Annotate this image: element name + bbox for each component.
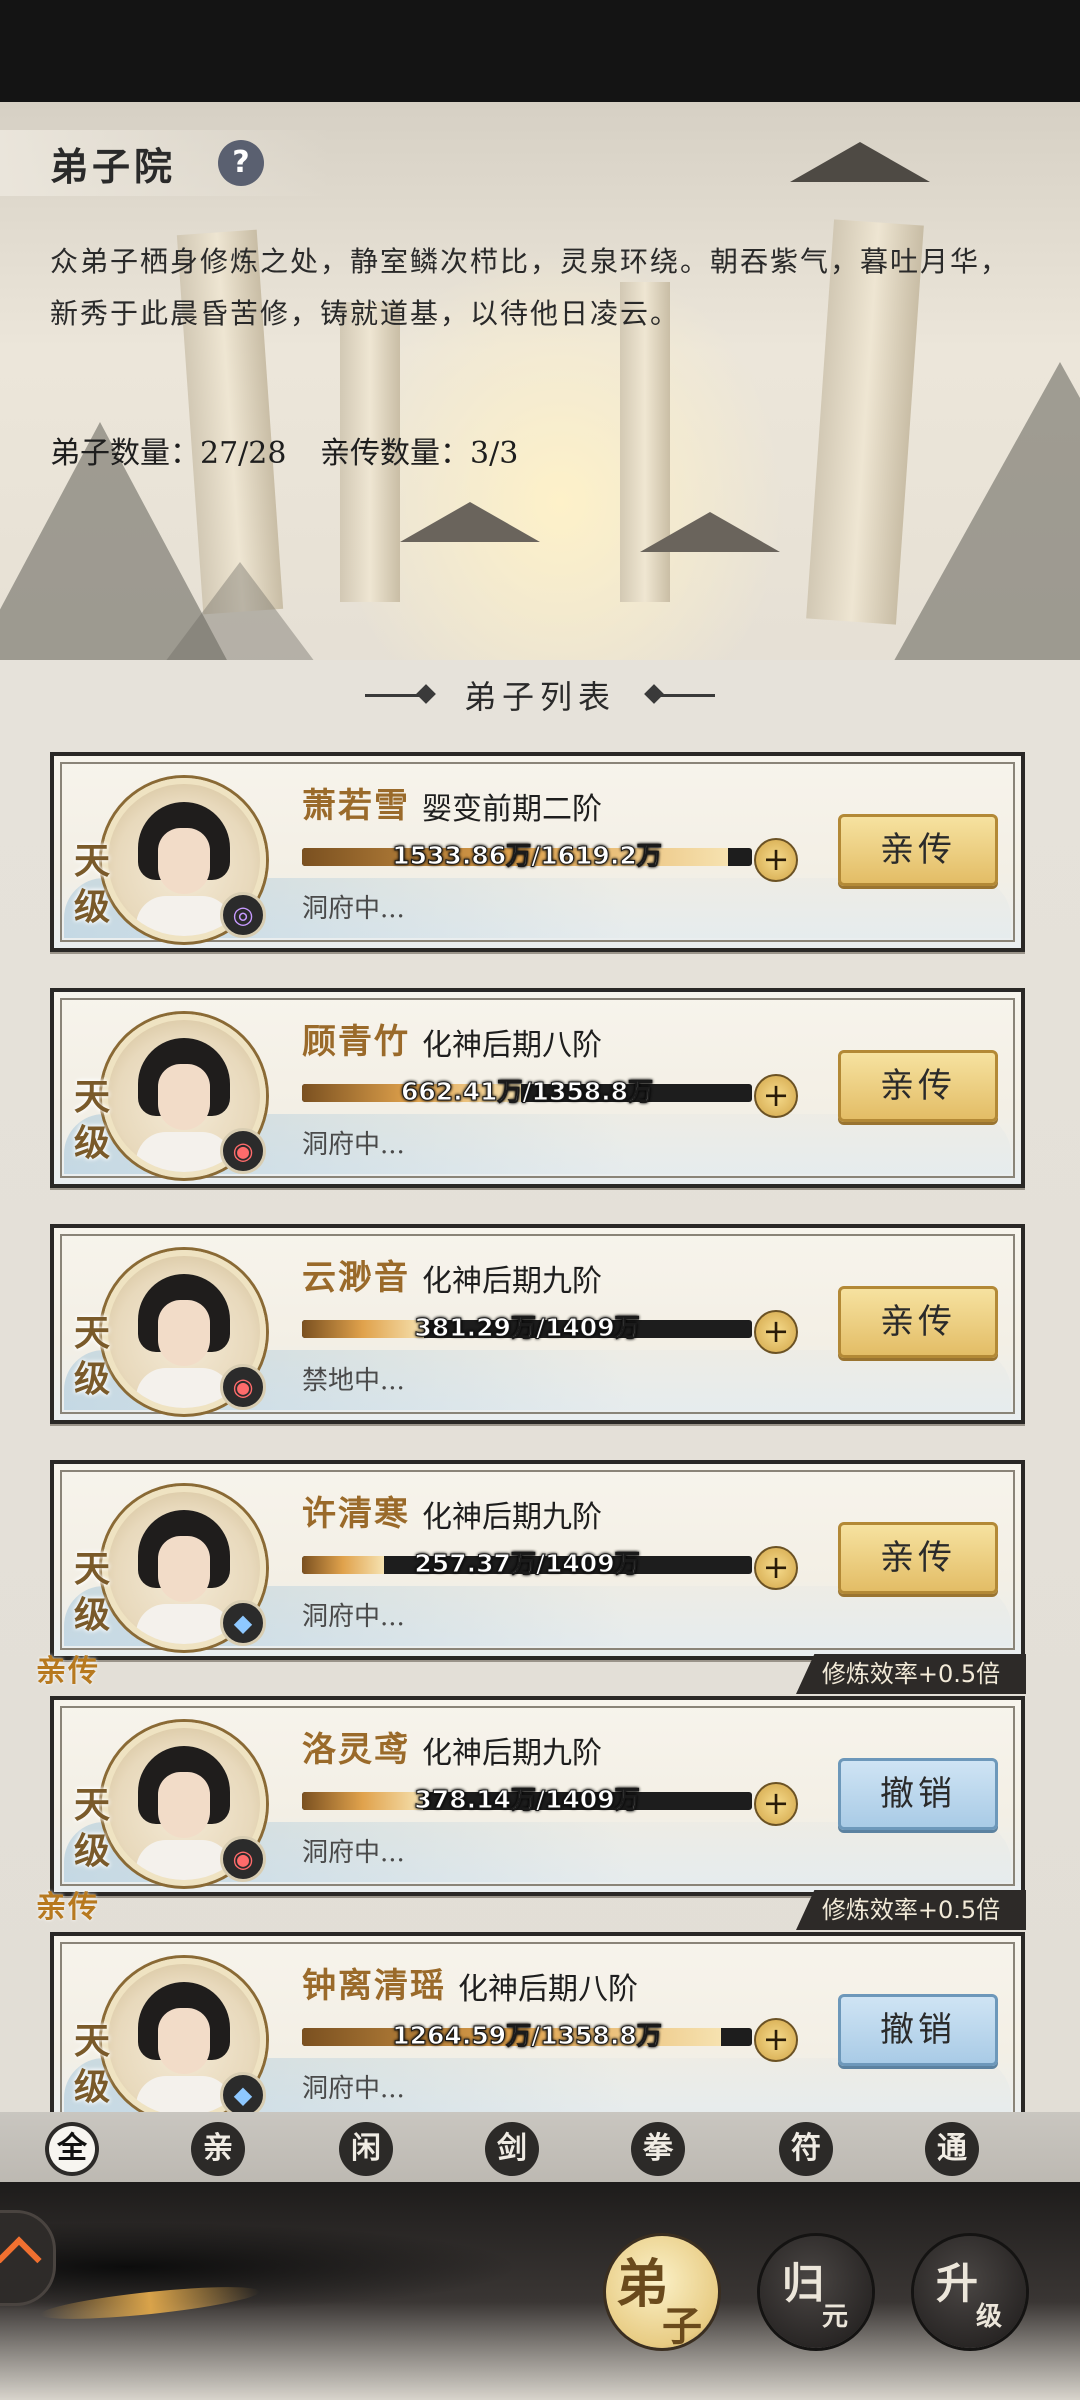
make-direct-button[interactable]: 亲传	[838, 814, 998, 886]
filter-chip[interactable]: 闲	[339, 2122, 393, 2176]
nav-label-sub: 子	[662, 2303, 702, 2350]
disciple-count: 弟子数量：27/28	[50, 436, 287, 471]
portrait-face	[158, 828, 210, 894]
grade-label: 天级	[74, 2020, 111, 2108]
nav-label-main: 升	[936, 2259, 979, 2308]
portrait-face	[158, 1772, 210, 1838]
cultivation-realm: 化神后期八阶	[422, 1028, 602, 1063]
nav-label-main: 弟	[616, 2254, 669, 2315]
nav-button[interactable]: 归元	[760, 2236, 872, 2348]
progress-text: 1533.86万/1619.2万	[392, 841, 662, 871]
disciple-name: 顾青竹	[302, 1022, 410, 1062]
chevron-icon	[0, 2236, 42, 2282]
progress-text: 378.14万/1409万	[414, 1785, 640, 1815]
nav-button[interactable]: 升级	[914, 2236, 1026, 2348]
element-icon: ◎	[220, 892, 266, 938]
portrait-face	[158, 1300, 210, 1366]
make-direct-button[interactable]: 亲传	[838, 1286, 998, 1358]
revoke-button[interactable]: 撤销	[838, 1758, 998, 1830]
disciple-card[interactable]: 天级 ◉ 云渺音 化神后期九阶 381.29万/1409万 + 禁地中... 亲传	[50, 1224, 1025, 1424]
page-description: 众弟子栖身修炼之处，静室鳞次栉比，灵泉环绕。朝吞紫气，暮吐月华，新秀于此晨昏苦修…	[50, 245, 1011, 330]
disciple-location: 洞府中...	[302, 1130, 405, 1160]
make-direct-button[interactable]: 亲传	[838, 1522, 998, 1594]
cultivation-realm: 化神后期八阶	[458, 1972, 638, 2007]
nav-label-sub: 元	[822, 2302, 849, 2332]
cultivation-bonus-tag: 修炼效率+0.5倍	[796, 1890, 1026, 1930]
cultivation-realm: 化神后期九阶	[422, 1500, 602, 1535]
grade-label: 天级	[74, 840, 111, 928]
progress-text: 662.41万/1358.8万	[400, 1077, 654, 1107]
element-icon: ◉	[220, 1128, 266, 1174]
direct-disciple-tag: 亲传	[36, 1654, 100, 1689]
add-cultivation-button[interactable]: +	[754, 1310, 798, 1354]
ornament-right	[655, 693, 716, 697]
progress-text: 381.29万/1409万	[414, 1313, 640, 1343]
disciple-name: 钟离清瑶	[302, 1966, 446, 2006]
disciple-name: 许清寒	[302, 1494, 410, 1534]
nav-label-main: 归	[782, 2259, 825, 2308]
revoke-button[interactable]: 撤销	[838, 1994, 998, 2066]
disciple-name: 萧若雪	[302, 786, 410, 826]
add-cultivation-button[interactable]: +	[754, 1782, 798, 1826]
disciple-location: 洞府中...	[302, 2074, 405, 2104]
disciple-counts: 弟子数量：27/28 亲传数量：3/3	[50, 428, 518, 472]
progress-text: 1264.59万/1358.8万	[392, 2021, 662, 2051]
disciple-card[interactable]: 天级 ◎ 萧若雪 婴变前期二阶 1533.86万/1619.2万 + 洞府中... 亲传	[50, 752, 1025, 952]
portrait-robe	[136, 1840, 232, 1880]
ink-decoration	[0, 2222, 520, 2312]
disciple-location: 洞府中...	[302, 1838, 405, 1868]
direct-count: 亲传数量：3/3	[320, 436, 519, 471]
filter-chip[interactable]: 拳	[631, 2122, 685, 2176]
element-icon: ◆	[220, 1600, 266, 1646]
add-cultivation-button[interactable]: +	[754, 1074, 798, 1118]
element-icon: ◉	[220, 1836, 266, 1882]
filter-bar	[0, 2112, 1080, 2182]
disciple-card[interactable]: 天级 ◆ 许清寒 化神后期九阶 257.37万/1409万 + 洞府中... 亲传	[50, 1460, 1025, 1660]
filter-chip[interactable]: 通	[925, 2122, 979, 2176]
nav-button[interactable]: 弟子	[606, 2236, 718, 2350]
portrait-robe	[136, 896, 232, 936]
disciple-location: 禁地中...	[302, 1366, 405, 1396]
disciple-card[interactable]: 天级 ◉ 洛灵鸢 化神后期九阶 378.14万/1409万 + 洞府中... 撤销	[50, 1696, 1025, 1896]
section-header: 弟子列表	[0, 672, 1080, 722]
status-bar	[0, 0, 1080, 102]
disciple-card[interactable]: 天级 ◉ 顾青竹 化神后期八阶 662.41万/1358.8万 + 洞府中... 亲传	[50, 988, 1025, 1188]
disciple-location: 洞府中...	[302, 894, 405, 924]
direct-disciple-tag: 亲传	[36, 1890, 100, 1925]
make-direct-button[interactable]: 亲传	[838, 1050, 998, 1122]
filter-chip[interactable]: 全	[45, 2122, 99, 2176]
portrait-face	[158, 1064, 210, 1130]
disciple-name: 洛灵鸢	[302, 1730, 410, 1770]
portrait-robe	[136, 1604, 232, 1644]
portrait-face	[158, 2008, 210, 2074]
add-cultivation-button[interactable]: +	[754, 1546, 798, 1590]
cultivation-realm: 婴变前期二阶	[422, 792, 602, 827]
cultivation-bonus-tag: 修炼效率+0.5倍	[796, 1654, 1026, 1694]
filter-chip[interactable]: 剑	[485, 2122, 539, 2176]
progress-text: 257.37万/1409万	[414, 1549, 640, 1579]
element-icon: ◉	[220, 1364, 266, 1410]
add-cultivation-button[interactable]: +	[754, 838, 798, 882]
portrait-robe	[136, 1368, 232, 1408]
add-cultivation-button[interactable]: +	[754, 2018, 798, 2062]
grade-label: 天级	[74, 1784, 111, 1872]
grade-label: 天级	[74, 1076, 111, 1164]
disciple-name: 云渺音	[302, 1258, 410, 1298]
nav-label-sub: 级	[976, 2302, 1003, 2332]
ornament-left	[364, 693, 425, 697]
portrait-face	[158, 1536, 210, 1602]
page-title: 弟子院	[50, 144, 177, 189]
disciple-card[interactable]: 天级 ◆ 钟离清瑶 化神后期八阶 1264.59万/1358.8万 + 洞府中... 撤销	[50, 1932, 1025, 2132]
filter-chip[interactable]: 亲	[191, 2122, 245, 2176]
cultivation-realm: 化神后期九阶	[422, 1264, 602, 1299]
disciple-location: 洞府中...	[302, 1602, 405, 1632]
filter-chip[interactable]: 符	[779, 2122, 833, 2176]
section-title: 弟子列表	[463, 678, 616, 716]
help-icon[interactable]: ?	[218, 140, 264, 186]
grade-label: 天级	[74, 1548, 111, 1636]
grade-label: 天级	[74, 1312, 111, 1400]
cultivation-realm: 化神后期九阶	[422, 1736, 602, 1771]
portrait-robe	[136, 1132, 232, 1172]
